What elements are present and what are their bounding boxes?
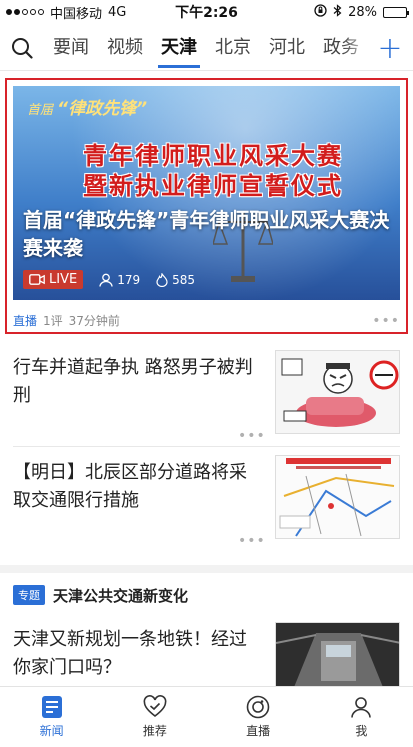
hero-topline-prefix: 首届 [27,103,54,118]
subway-tunnel-image [276,623,399,686]
tab-fade [343,28,373,68]
news-item[interactable]: 【明日】北辰区部分道路将采取交通限行措施 ••• [0,455,413,553]
hero-topline-main: “律政先锋” [57,99,148,119]
flame-icon [156,272,168,287]
hero-topline: 首届 “律政先锋” [27,94,147,119]
nav-recommend[interactable]: 推荐 [103,687,206,747]
topic-article-thumbnail [275,622,400,686]
tab-0[interactable]: 要闻 [44,28,98,68]
row-divider [13,446,400,447]
profile-icon [351,697,372,718]
nav-live-label: 直播 [246,724,271,738]
video-camera-icon [29,274,45,285]
hero-banner-line2: 暨新执业律师宣誓仪式 [83,171,343,200]
road-rage-cartoon-image [276,351,399,433]
news-title: 【明日】北辰区部分道路将采取交通限行措施 [13,462,247,511]
featured-comments: 1评 [43,314,63,328]
featured-tag: 直播 [13,314,38,328]
more-options-icon[interactable]: ••• [238,533,266,549]
nav-live[interactable]: 直播 [207,687,310,747]
topic-badge: 专题 [13,585,45,605]
status-right: 28% [314,3,409,21]
topic-article[interactable]: 天津又新规划一条地铁！经过你家门口吗？ [0,622,413,686]
nav-news-label: 新闻 [39,724,64,738]
recommend-icon [143,695,167,718]
tab-4[interactable]: 河北 [260,28,314,68]
news-thumbnail-traffic-map [275,455,400,539]
bottom-navigation: 新闻 推荐 直播 我 [0,686,413,747]
live-label: LIVE [49,272,78,287]
topic-title: 天津公共交通新变化 [53,586,189,605]
battery-icon [383,6,409,18]
person-icon [99,273,113,287]
featured-time: 37分钟前 [68,314,120,328]
viewer-count: 179 [99,273,140,287]
more-options-icon[interactable]: ••• [238,428,266,444]
nav-profile-label: 我 [355,724,368,738]
topic-header[interactable]: 专题 天津公共交通新变化 [0,582,413,608]
nav-recommend-label: 推荐 [142,724,167,738]
hot-count: 585 [156,272,195,287]
news-title: 行车并道起争执 路怒男子被判刑 [13,357,253,406]
status-bar: 中国移动 4G 下午2:26 28% [0,0,413,24]
news-icon [41,696,62,718]
featured-hero-image[interactable]: 首届 “律政先锋” 青年律师职业风采大赛 暨新执业律师宣誓仪式 首届“律政先锋”… [13,86,400,300]
orientation-lock-icon [314,3,327,21]
tab-1[interactable]: 视频 [98,28,152,68]
tab-divider [0,70,413,71]
featured-footer: 直播 1评 37分钟前 ••• [13,312,400,329]
search-icon [12,38,33,59]
topic-article-title: 天津又新规划一条地铁！经过你家门口吗？ [13,629,247,678]
featured-meta: LIVE 179 585 [23,270,195,289]
more-options-icon[interactable]: ••• [372,313,400,329]
tab-2[interactable]: 天津 [152,28,206,68]
featured-title: 首届“律政先锋”青年律师职业风采大赛决赛来袭 [23,208,390,260]
tab-3[interactable]: 北京 [206,28,260,68]
featured-live-card[interactable]: 首届 “律政先锋” 青年律师职业风采大赛 暨新执业律师宣誓仪式 首届“律政先锋”… [5,78,408,334]
hot-count-value: 585 [172,272,195,287]
search-button[interactable] [0,28,44,68]
live-badge: LIVE [23,270,84,289]
live-icon [246,695,270,719]
nav-profile[interactable]: 我 [310,687,413,747]
battery-percent: 28% [348,4,377,20]
nav-news[interactable]: 新闻 [0,687,103,747]
add-channel-button[interactable]: + [373,28,407,68]
traffic-map-image [276,456,399,538]
news-item[interactable]: 行车并道起争执 路怒男子被判刑 ••• [0,350,413,448]
viewer-count-value: 179 [117,272,141,287]
section-gap [0,565,413,573]
bluetooth-icon [333,3,342,21]
news-thumbnail-road-rage [275,350,400,434]
